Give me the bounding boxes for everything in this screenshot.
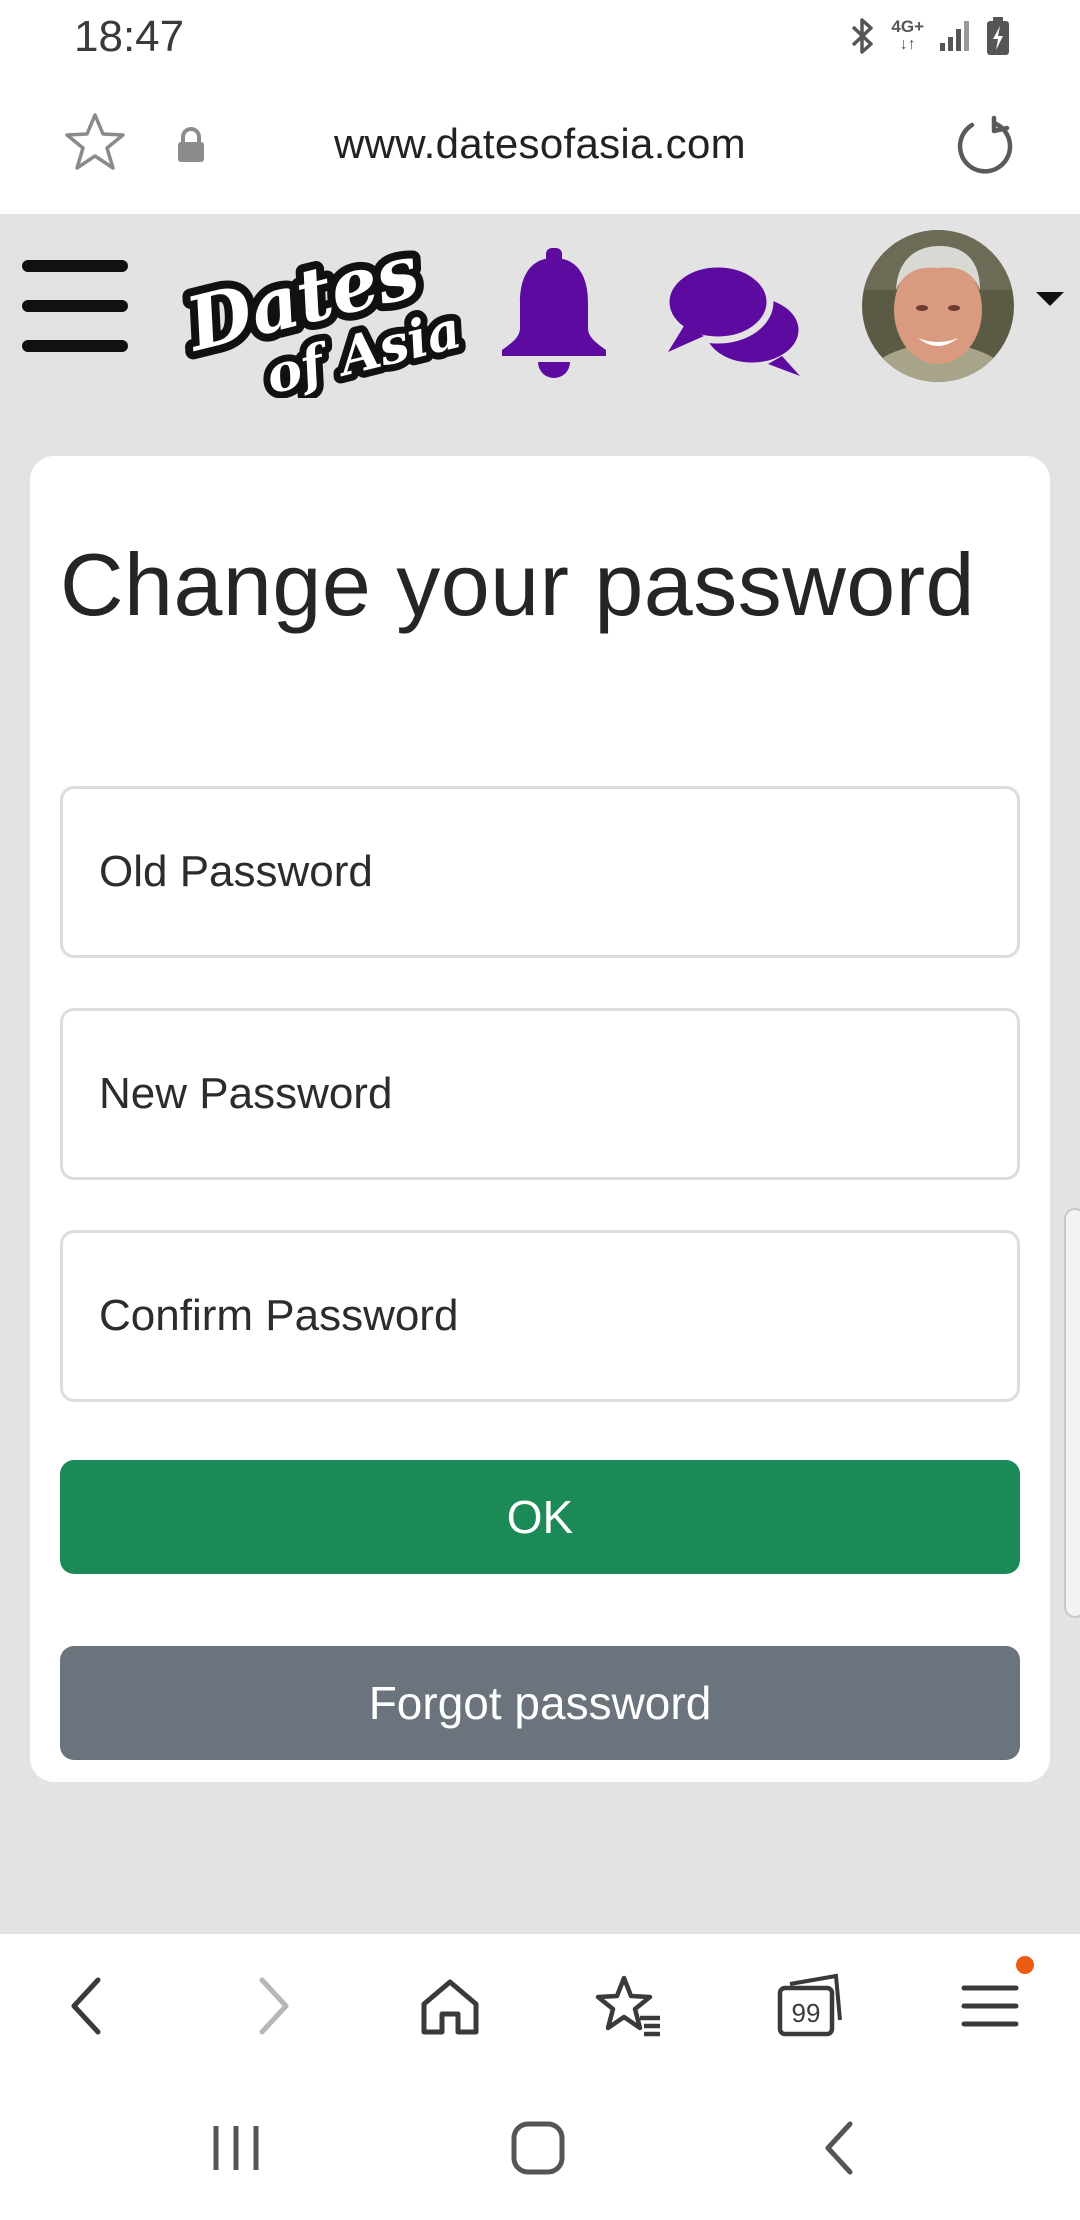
web-page: Dates Dates of Asia of Asia Change your … [0,214,1080,1934]
confirm-password-field[interactable] [63,1233,1017,1399]
system-back-icon[interactable] [808,2116,872,2180]
forward-icon[interactable] [236,1970,308,2042]
bluetooth-icon [852,18,874,54]
site-logo[interactable]: Dates Dates of Asia of Asia [170,228,500,398]
back-icon[interactable] [52,1970,124,2042]
ok-button[interactable]: OK [60,1460,1020,1574]
recent-apps-icon[interactable] [204,2116,268,2180]
scrollbar-thumb[interactable] [1064,1208,1080,1618]
browser-toolbar: 99 [0,1934,1080,2076]
network-indicator: 4G+ ↓↑ [891,17,924,54]
new-password-field-wrapper [60,1008,1020,1180]
new-password-field[interactable] [63,1011,1017,1177]
avatar[interactable] [862,230,1014,382]
system-navigation-bar [0,2076,1080,2220]
url-field[interactable]: www.datesofasia.com [0,120,1080,168]
home-button-icon[interactable] [506,2116,570,2180]
hamburger-menu-icon[interactable] [22,260,128,352]
bell-icon[interactable] [498,246,610,382]
menu-notification-dot [1016,1956,1034,1974]
browser-url-bar: www.datesofasia.com [0,76,1080,214]
site-header: Dates Dates of Asia of Asia [0,214,1080,404]
change-password-card: Change your password OK Forgot password [30,456,1050,1782]
home-icon[interactable] [414,1970,486,2042]
page-title: Change your password [60,535,975,634]
tabs-count: 99 [792,1998,821,2028]
avatar-dropdown-caret-icon[interactable] [1036,292,1064,306]
bookmarks-icon[interactable] [594,1970,666,2042]
tabs-icon[interactable]: 99 [774,1970,846,2042]
network-type: 4G+ [891,17,924,36]
confirm-password-field-wrapper [60,1230,1020,1402]
forgot-password-button[interactable]: Forgot password [60,1646,1020,1760]
status-icons: 4G+ ↓↑ [847,16,1010,56]
status-time: 18:47 [74,12,185,61]
signal-icon [940,21,969,51]
old-password-field-wrapper [60,786,1020,958]
chat-icon[interactable] [664,260,806,378]
menu-icon[interactable] [954,1970,1026,2042]
battery-icon [987,17,1009,55]
status-bar: 18:47 4G+ ↓↑ [0,0,1080,76]
avatar-image [862,230,1014,382]
reload-icon[interactable] [954,114,1016,176]
old-password-field[interactable] [63,789,1017,955]
